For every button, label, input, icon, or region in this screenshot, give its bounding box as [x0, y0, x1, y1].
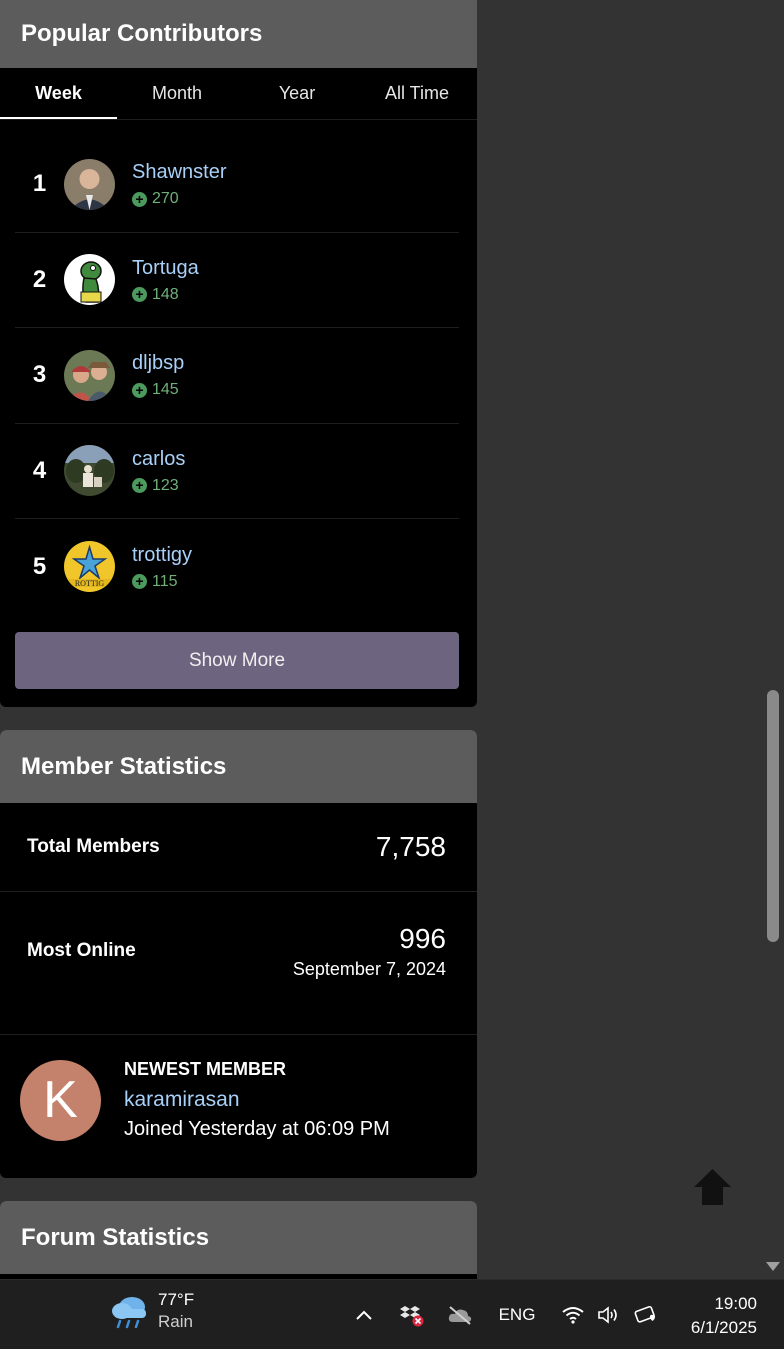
tab-week[interactable]: Week [0, 68, 117, 119]
forum-statistics-title: Forum Statistics [21, 1223, 210, 1251]
plus-circle-icon: + [132, 574, 147, 590]
contributor-score: + 270 [132, 190, 227, 208]
contributor-list: 1 Shawnster + 270 2 Tortuga + 148 3 dljb… [0, 137, 477, 615]
tab-all-time[interactable]: All Time [357, 68, 477, 119]
plus-circle-icon: + [132, 287, 147, 303]
most-online-date: September 7, 2024 [292, 958, 446, 979]
language-indicator[interactable]: ENG [495, 1280, 539, 1349]
newest-member-joined: Joined Yesterday at 06:09 PM [124, 1118, 390, 1140]
tab-month[interactable]: Month [117, 68, 237, 119]
speaker-icon [598, 1306, 617, 1324]
wifi-icon [562, 1307, 584, 1324]
plus-circle-icon: + [132, 191, 147, 207]
volume-button[interactable] [596, 1280, 622, 1349]
member-statistics-title: Member Statistics [21, 752, 227, 780]
contributor-rank: 1 [32, 170, 47, 198]
arrow-up-icon [694, 1169, 731, 1205]
contributor-rank: 5 [32, 552, 47, 580]
newest-member: K NEWEST MEMBER karamirasan Joined Yeste… [0, 1035, 477, 1165]
contributor-score: + 148 [132, 286, 199, 304]
contributor-row: 2 Tortuga + 148 [15, 233, 459, 328]
avatar[interactable] [64, 158, 115, 210]
system-clock[interactable]: 19:00 6/1/2025 [691, 1292, 757, 1340]
wifi-button[interactable] [560, 1280, 586, 1349]
score-value: 145 [152, 381, 179, 399]
popular-contributors-header: Popular Contributors [0, 0, 477, 68]
avatar[interactable] [64, 254, 115, 306]
weather-condition: Rain [158, 1312, 193, 1331]
contributor-score: + 115 [132, 573, 192, 591]
chevron-up-icon [356, 1310, 372, 1320]
most-online-row: Most Online 996 September 7, 2024 [0, 892, 477, 1035]
onedrive-tray-button[interactable] [446, 1280, 474, 1349]
contributor-row: 5 ROTTIG trottigy + 115 [15, 519, 459, 615]
score-value: 148 [152, 285, 179, 303]
rain-cloud-icon [112, 1297, 146, 1329]
svg-text:ROTTIG: ROTTIG [75, 579, 105, 588]
dropbox-tray-button[interactable] [398, 1280, 426, 1349]
taskbar: 77°F Rain ENG 19:00 6/1/2025 [0, 1279, 784, 1349]
contributor-rank: 3 [32, 361, 47, 389]
contributor-row: 4 carlos + 123 [15, 424, 459, 519]
contributor-rank: 4 [32, 456, 47, 484]
battery-health-icon [634, 1305, 655, 1323]
avatar[interactable]: K [20, 1059, 101, 1141]
popular-contributors-title: Popular Contributors [21, 20, 263, 47]
show-hidden-icons-button[interactable] [350, 1280, 378, 1349]
total-members-value: 7,758 [375, 831, 446, 862]
plus-circle-icon: + [132, 478, 147, 494]
contributor-row: 1 Shawnster + 270 [15, 137, 459, 233]
scrollbar-thumb[interactable] [767, 690, 779, 942]
contributor-name[interactable]: dljbsp [132, 351, 184, 375]
forum-statistics-header: Forum Statistics [0, 1201, 477, 1274]
forum-statistics-card: Forum Statistics [0, 1201, 477, 1279]
contributor-name[interactable]: trottigy [132, 543, 192, 567]
clock-time: 19:00 [714, 1294, 757, 1313]
dropbox-icon [400, 1306, 424, 1327]
newest-member-title: NEWEST MEMBER [124, 1059, 286, 1079]
avatar[interactable]: ROTTIG [64, 541, 115, 593]
contributor-rank: 2 [32, 265, 47, 293]
most-online-value: 996 [399, 922, 446, 954]
contributor-row: 3 dljbsp + 145 [15, 328, 459, 424]
contributor-score: + 145 [132, 381, 184, 399]
contributor-score: + 123 [132, 477, 185, 495]
popular-contributors-card: Popular Contributors Week Month Year All… [0, 0, 477, 707]
period-tabs: Week Month Year All Time [0, 68, 477, 120]
clock-date: 6/1/2025 [690, 1318, 757, 1337]
battery-button[interactable] [632, 1280, 660, 1349]
contributor-name[interactable]: Shawnster [132, 160, 227, 184]
avatar[interactable] [64, 445, 115, 497]
member-statistics-header: Member Statistics [0, 730, 477, 803]
member-statistics-card: Member Statistics Total Members 7,758 Mo… [0, 730, 477, 1178]
back-to-top-button[interactable] [690, 1165, 735, 1210]
score-value: 270 [152, 190, 179, 208]
contributor-name[interactable]: Tortuga [132, 256, 199, 280]
avatar[interactable] [64, 349, 115, 401]
show-more-button[interactable]: Show More [15, 632, 459, 689]
total-members-label: Total Members [27, 836, 160, 857]
tab-year[interactable]: Year [237, 68, 357, 119]
newest-member-name[interactable]: karamirasan [124, 1088, 390, 1112]
scroll-down-arrow-icon[interactable] [766, 1262, 780, 1271]
weather-temp: 77°F [158, 1290, 195, 1309]
weather-widget[interactable]: 77°F Rain [110, 1290, 194, 1332]
contributor-name[interactable]: carlos [132, 447, 185, 471]
plus-circle-icon: + [132, 382, 147, 398]
most-online-label: Most Online [27, 940, 136, 961]
total-members-row: Total Members 7,758 [0, 803, 477, 892]
score-value: 123 [152, 476, 179, 494]
cloud-off-icon [448, 1306, 472, 1325]
score-value: 115 [152, 572, 178, 590]
